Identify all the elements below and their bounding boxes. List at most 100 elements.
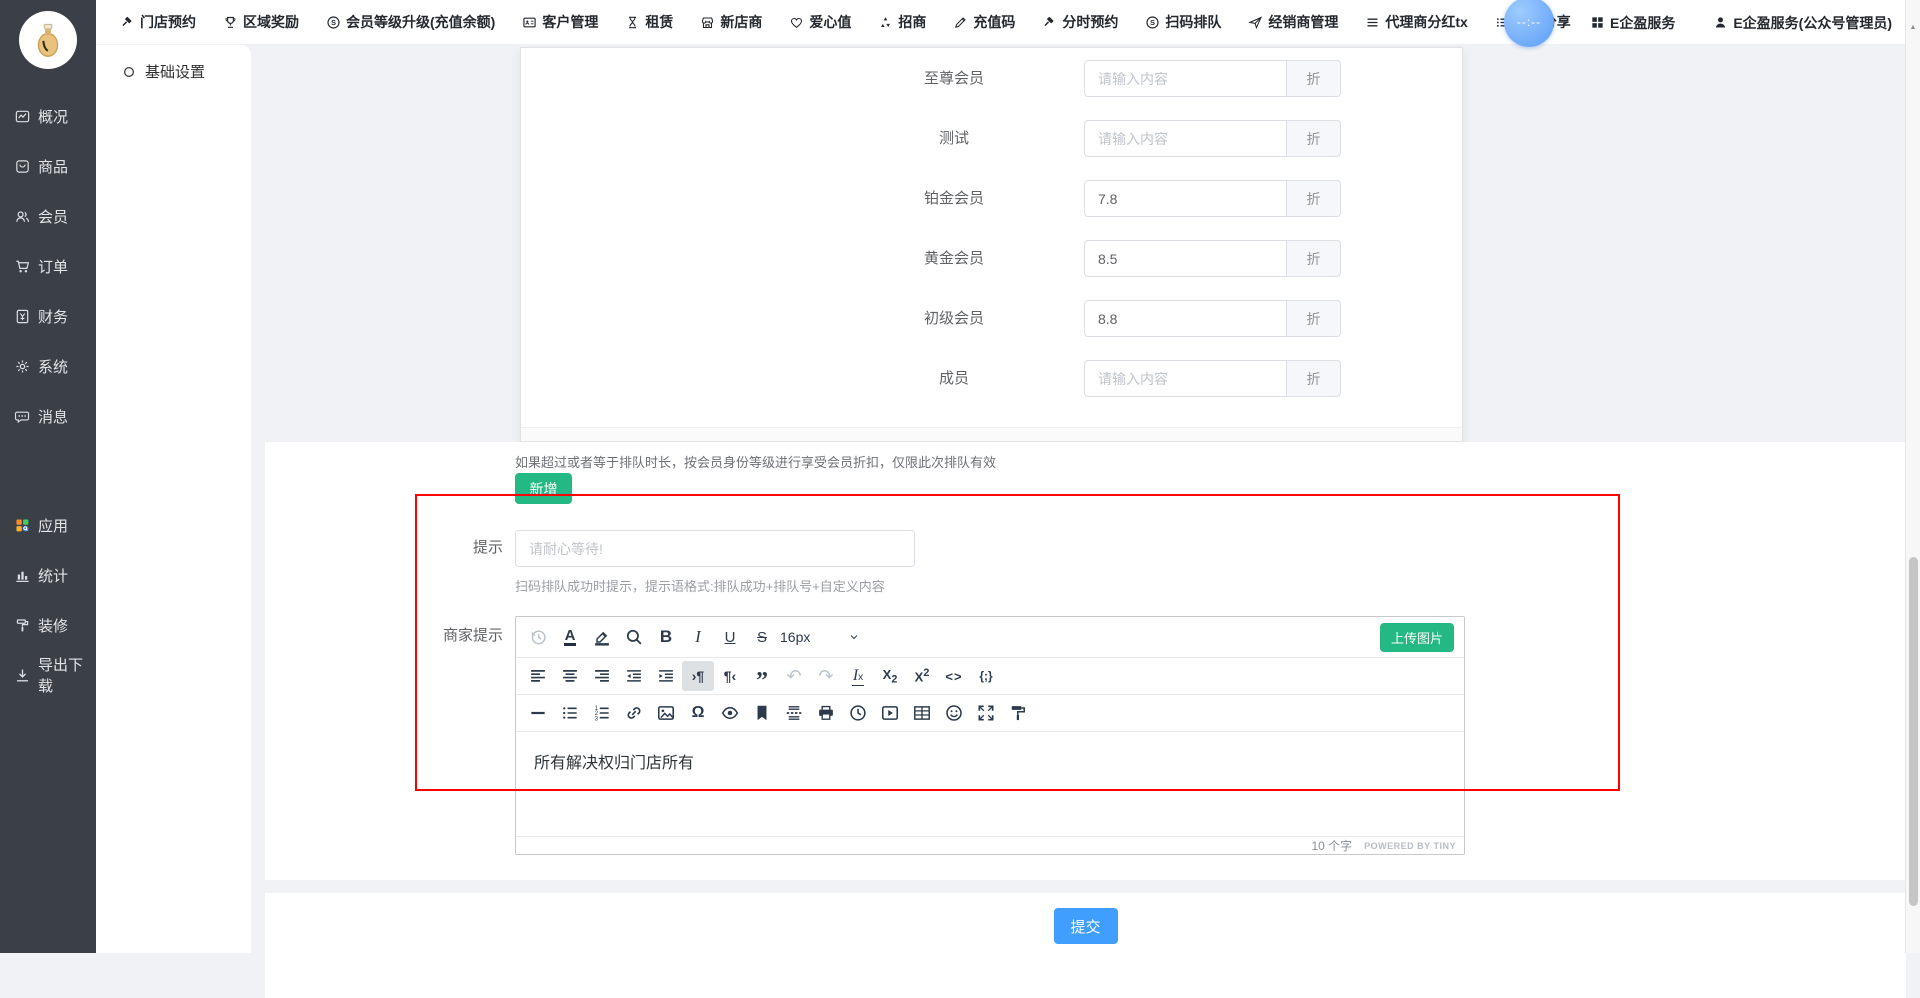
page-scrollbar[interactable]: ▲: [1905, 0, 1920, 953]
ltr-button[interactable]: ›¶: [682, 661, 714, 691]
scrollbar-thumb[interactable]: [1909, 557, 1918, 906]
undo-button[interactable]: ↶: [778, 661, 810, 691]
underline-button[interactable]: U: [714, 622, 746, 652]
sidebar-item[interactable]: 统计: [0, 550, 96, 600]
sidebar-item[interactable]: 概况: [0, 91, 96, 141]
topnav-account-item[interactable]: E企盈服务: [1590, 13, 1675, 33]
editor-content[interactable]: 所有解决权归门店所有: [516, 732, 1464, 842]
horizontal-rule-button[interactable]: [522, 698, 554, 728]
discount-input[interactable]: [1084, 360, 1287, 397]
topnav-item-label: 招商: [898, 12, 926, 32]
bookmark-button[interactable]: [746, 698, 778, 728]
format-paint-button[interactable]: [1002, 698, 1034, 728]
topnav-account-item[interactable]: E企盈服务(公众号管理员): [1713, 13, 1892, 33]
horizontal-scrollbar[interactable]: [521, 427, 1462, 441]
subscript-button[interactable]: X2: [874, 661, 906, 691]
table-button[interactable]: [906, 698, 938, 728]
topnav-item-label: 客户管理: [542, 12, 598, 32]
sidebar-item-label: 装修: [38, 615, 68, 636]
history-button[interactable]: [522, 622, 554, 652]
outdent-button[interactable]: [618, 661, 650, 691]
topnav-item-label: 门店预约: [140, 12, 196, 32]
member-discount-row: 铂金会员 折: [521, 180, 1462, 217]
shop-icon: [700, 15, 715, 30]
rtl-button[interactable]: ¶‹: [714, 661, 746, 691]
redo-button[interactable]: ↷: [810, 661, 842, 691]
sidebar-item-label: 商品: [38, 156, 68, 177]
bullet-list-button[interactable]: [554, 698, 586, 728]
sidebar-item[interactable]: 装修: [0, 600, 96, 650]
apps-icon: [14, 517, 31, 534]
topnav-item[interactable]: 分时预约: [1042, 12, 1118, 32]
print-button[interactable]: [810, 698, 842, 728]
topnav-item[interactable]: 客户管理: [522, 12, 598, 32]
paper-plane-icon: [1248, 15, 1263, 30]
tip-input[interactable]: [515, 530, 915, 567]
topnav-item[interactable]: 租赁: [625, 12, 673, 32]
code-sample-button[interactable]: {;}: [970, 661, 1002, 691]
topnav-item-label: 会员等级升级(充值余额): [346, 12, 495, 32]
sidebar-item[interactable]: 订单: [0, 241, 96, 291]
store-logo[interactable]: [19, 11, 77, 69]
add-button[interactable]: 新增: [515, 473, 572, 504]
indent-button[interactable]: [650, 661, 682, 691]
align-center-button[interactable]: [554, 661, 586, 691]
topnav-item[interactable]: 招商: [878, 12, 926, 32]
video-button[interactable]: [874, 698, 906, 728]
font-size-select[interactable]: 16px: [774, 622, 866, 652]
sidebar-item[interactable]: 消息: [0, 391, 96, 441]
sidebar-item[interactable]: 应用: [0, 500, 96, 550]
align-left-button[interactable]: [522, 661, 554, 691]
topnav-item[interactable]: S 会员等级升级(充值余额): [326, 12, 495, 32]
sidebar-item[interactable]: 导出下载: [0, 650, 96, 700]
topnav-item[interactable]: 爱心值: [789, 12, 851, 32]
discount-input[interactable]: [1084, 300, 1287, 337]
discount-input[interactable]: [1084, 240, 1287, 277]
forecolor-button[interactable]: A: [554, 622, 586, 652]
link-button[interactable]: [618, 698, 650, 728]
italic-button[interactable]: I: [682, 622, 714, 652]
discount-input[interactable]: [1084, 120, 1287, 157]
menu-icon: [1365, 15, 1380, 30]
topnav-item[interactable]: 区域奖励: [223, 12, 299, 32]
sidebar-item[interactable]: 商品: [0, 141, 96, 191]
discount-input-group: 折: [1084, 360, 1341, 397]
code-button[interactable]: <>: [938, 661, 970, 691]
image-button[interactable]: [650, 698, 682, 728]
clear-format-button[interactable]: Ix: [842, 661, 874, 691]
topnav-item[interactable]: 新店商: [700, 12, 762, 32]
insert-time-button[interactable]: [842, 698, 874, 728]
highlight-button[interactable]: [586, 622, 618, 652]
align-right-button[interactable]: [586, 661, 618, 691]
bold-button[interactable]: B: [650, 622, 682, 652]
fullscreen-button[interactable]: [970, 698, 1002, 728]
superscript-button[interactable]: X2: [906, 661, 938, 691]
topnav-item-label: 区域奖励: [243, 12, 299, 32]
search-button[interactable]: [618, 622, 650, 652]
page-break-button[interactable]: [778, 698, 810, 728]
emoji-button[interactable]: [938, 698, 970, 728]
subnav-item-basic-settings[interactable]: 基础设置: [96, 45, 251, 82]
topnav-item[interactable]: 代理商分红tx: [1365, 12, 1467, 32]
topnav-items: 门店预约 区域奖励 S 会员等级升级(充值余额) 客户管理 租赁: [120, 12, 1571, 32]
sidebar-item[interactable]: 系统: [0, 341, 96, 391]
decorate-icon: [14, 617, 31, 634]
discount-input[interactable]: [1084, 60, 1287, 97]
discount-input[interactable]: [1084, 180, 1287, 217]
submit-button[interactable]: 提交: [1054, 908, 1118, 944]
floating-timer-widget[interactable]: --:--: [1504, 0, 1554, 47]
editor-toolbar-row2: ›¶ ¶‹ ” ↶: [516, 658, 1464, 695]
blockquote-button[interactable]: ”: [746, 661, 778, 691]
numbered-list-button[interactable]: 123: [586, 698, 618, 728]
upload-image-button[interactable]: 上传图片: [1380, 623, 1454, 652]
sidebar-item[interactable]: 会员: [0, 191, 96, 241]
sidebar-item[interactable]: 财务: [0, 291, 96, 341]
preview-button[interactable]: [714, 698, 746, 728]
topnav-item[interactable]: S 扫码排队: [1145, 12, 1221, 32]
topnav-item[interactable]: 经销商管理: [1248, 12, 1338, 32]
topnav-item[interactable]: 门店预约: [120, 12, 196, 32]
scroll-up-arrow[interactable]: ▲: [1906, 24, 1920, 31]
topnav-item[interactable]: 充值码: [953, 12, 1015, 32]
special-char-button[interactable]: Ω: [682, 698, 714, 728]
queue-discount-hint: 如果超过或者等于排队时长，按会员身份等级进行享受会员折扣，仅限此次排队有效: [515, 452, 996, 471]
